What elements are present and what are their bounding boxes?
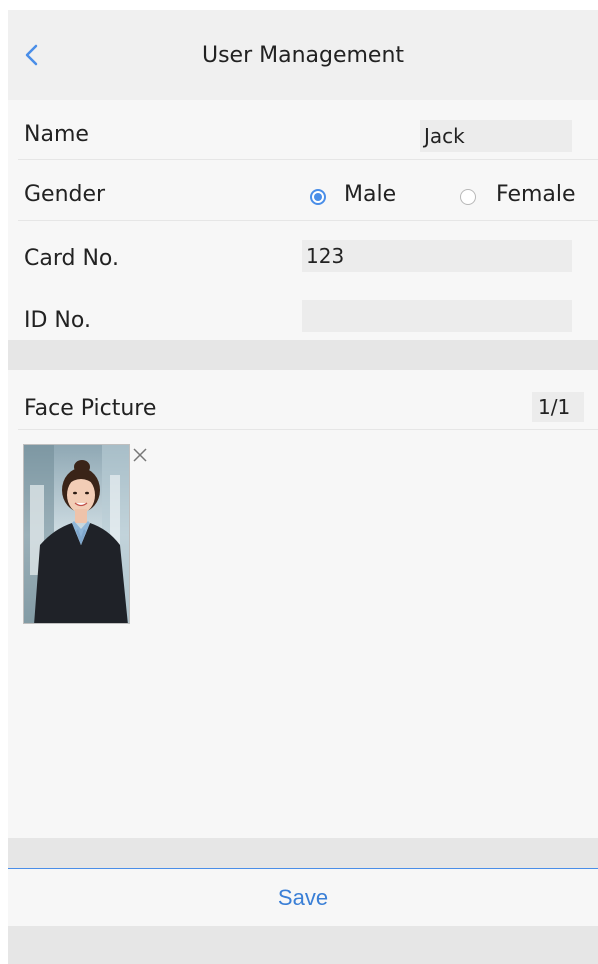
divider [18, 220, 598, 221]
face-picture-count: 1/1 [532, 392, 584, 422]
divider [18, 159, 598, 160]
card-no-label: Card No. [24, 246, 119, 271]
id-no-field[interactable] [302, 300, 572, 332]
save-button[interactable]: Save [8, 868, 598, 926]
footer-divider [8, 838, 598, 868]
name-label: Name [24, 122, 89, 147]
face-picture-label: Face Picture [24, 396, 157, 421]
gender-label: Gender [24, 182, 106, 207]
header-bar: User Management [8, 10, 598, 100]
close-icon [133, 448, 147, 462]
user-management-screen: User Management Name Jack Gender Male Fe… [8, 10, 598, 964]
name-field[interactable]: Jack [420, 120, 572, 152]
bottom-band [8, 926, 598, 964]
save-button-label: Save [277, 885, 329, 910]
section-divider [8, 340, 598, 370]
divider [18, 429, 598, 430]
male-radio-label[interactable]: Male [344, 182, 396, 207]
male-radio[interactable] [310, 189, 326, 205]
page-title: User Management [201, 43, 405, 68]
face-picture-thumbnail[interactable] [23, 444, 130, 624]
female-radio[interactable] [460, 189, 476, 205]
card-no-field[interactable]: 123 [302, 240, 572, 272]
female-radio-label[interactable]: Female [496, 182, 576, 207]
face-photo-image [24, 445, 129, 623]
id-no-label: ID No. [24, 308, 91, 333]
remove-photo-button[interactable] [131, 446, 149, 464]
